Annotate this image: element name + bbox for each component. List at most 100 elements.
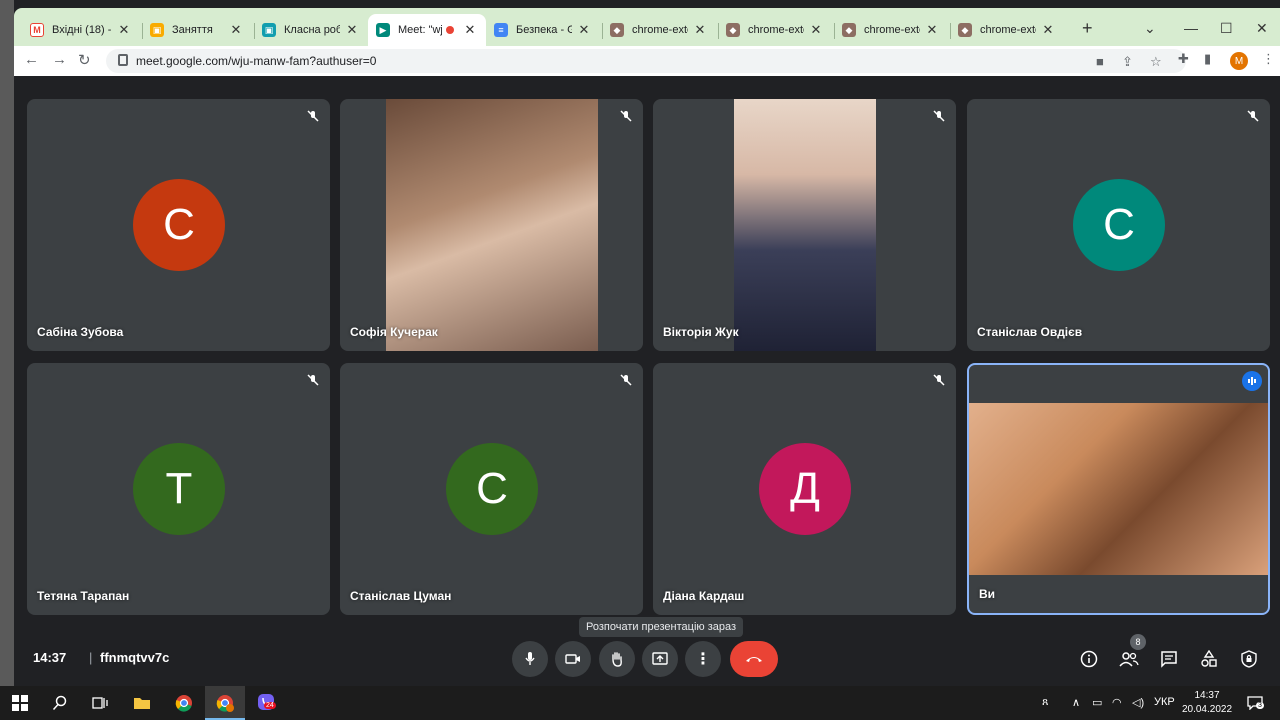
info-icon [1080,650,1098,668]
participant-avatar: Д [759,443,851,535]
leave-call-button[interactable] [730,641,778,677]
tab-search-icon[interactable]: ⌄ [1144,20,1156,37]
participant-name: Вікторія Жук [663,325,739,339]
meet-icon: ▶ [376,23,390,37]
host-controls-button[interactable] [1238,648,1260,670]
new-tab-icon[interactable]: + [1082,18,1093,39]
present-now-button[interactable] [642,641,678,677]
share-icon[interactable]: ⇪ [1122,54,1133,70]
present-screen-icon [652,652,668,665]
language-indicator[interactable]: УКР [1154,696,1175,708]
close-icon[interactable]: ✕ [344,22,360,38]
back-icon[interactable]: ← [24,51,39,68]
bookmark-star-icon[interactable]: ☆ [1150,54,1162,70]
people-tray-icon[interactable]: ጸ [1042,696,1048,709]
battery-icon[interactable]: ▭ [1092,696,1102,709]
file-explorer-icon[interactable] [131,692,153,714]
participant-avatar: С [1073,179,1165,271]
tab-label: Класна робот [284,24,340,36]
participant-video [386,99,598,351]
people-button[interactable] [1118,648,1140,670]
address-bar[interactable]: meet.google.com/wju-manw-fam?authuser=0 … [106,49,1186,73]
maximize-icon[interactable]: ☐ [1220,20,1233,37]
close-icon[interactable]: ✕ [576,22,592,38]
viber-icon[interactable]: 24 [256,692,278,714]
participant-count-badge: 8 [1130,634,1146,650]
chat-button[interactable] [1158,648,1180,670]
browser-toolbar: ← → ↻ meet.google.com/wju-manw-fam?authu… [14,46,1280,76]
tab-label: Безпека - Go [516,24,572,36]
mic-off-icon [933,374,945,386]
close-icon[interactable]: ✕ [1040,22,1056,38]
participant-avatar: Т [133,443,225,535]
docs-icon: ≡ [494,23,508,37]
tab-extension-1[interactable]: ◆ chrome-exten ✕ [602,14,716,46]
viber-badge: 24 [264,702,276,709]
minimize-icon[interactable]: — [1184,20,1198,36]
extension-owl-icon: ◆ [842,23,856,37]
chevron-up-icon[interactable]: ∧ [1072,696,1080,709]
desktop-background [0,0,14,686]
task-view-icon[interactable] [89,692,111,714]
notification-center-icon[interactable]: 3 [1244,692,1266,714]
forward-icon[interactable]: → [52,51,67,68]
mic-off-icon [1247,110,1259,122]
tab-extension-2[interactable]: ◆ chrome-exten ✕ [718,14,832,46]
tab-label: chrome-exten [864,24,920,36]
camera-button[interactable] [555,641,591,677]
tab-classwork[interactable]: ▣ Класна робот ✕ [254,14,368,46]
microphone-button[interactable] [512,641,548,677]
participant-name: Тетяна Тарапан [37,589,130,603]
participant-tile[interactable]: Т Тетяна Тарапан [27,363,330,615]
meet-grid: С Сабіна Зубова Софія Кучерак Вікторія Ж… [14,76,1280,686]
camera-icon [565,654,580,664]
tab-extension-4[interactable]: ◆ chrome-exten ✕ [950,14,1064,46]
profile-avatar[interactable]: M [1230,52,1248,70]
participant-tile[interactable]: Вікторія Жук [653,99,956,351]
system-clock[interactable]: 14:37 20.04.2022 [1180,689,1234,717]
mic-off-icon [620,374,632,386]
self-tile[interactable]: Ви [967,363,1270,615]
participant-tile[interactable]: Софія Кучерак [340,99,643,351]
activities-icon [1201,650,1217,667]
tab-classroom[interactable]: ▣ Заняття ✕ [142,14,252,46]
chrome-profile-icon[interactable] [214,692,236,714]
close-window-icon[interactable]: ✕ [1256,20,1268,37]
windows-start-icon[interactable] [9,692,31,714]
more-options-button[interactable]: ⋮ [685,641,721,677]
search-icon[interactable] [49,692,71,714]
chrome-icon[interactable] [173,692,195,714]
extensions-puzzle-icon[interactable]: ✚ [1178,51,1189,67]
close-icon[interactable]: ✕ [228,22,244,38]
close-icon[interactable]: ✕ [692,22,708,38]
wifi-icon[interactable]: ◠ [1112,696,1122,709]
participant-tile[interactable]: Д Діана Кардаш [653,363,956,615]
tab-extension-3[interactable]: ◆ chrome-exten ✕ [834,14,948,46]
close-icon[interactable]: ✕ [808,22,824,38]
recording-icon [446,26,454,34]
close-icon[interactable]: ✕ [462,22,478,38]
side-panel-icon[interactable]: ▮ [1204,51,1211,67]
participant-tile[interactable]: С Станіслав Цуман [340,363,643,615]
tab-meet[interactable]: ▶ Meet: "wj ✕ [368,14,486,46]
participant-tile[interactable]: С Сабіна Зубова [27,99,330,351]
notification-count-badge: 3 [1256,702,1264,709]
raise-hand-button[interactable] [599,641,635,677]
close-icon[interactable]: ✕ [116,22,132,38]
people-icon [1119,652,1139,667]
menu-kebab-icon[interactable]: ⋮ [1262,51,1275,67]
close-icon[interactable]: ✕ [924,22,940,38]
activities-button[interactable] [1198,648,1220,670]
participant-avatar: С [133,179,225,271]
reload-icon[interactable]: ↻ [78,51,91,69]
lock-icon[interactable] [118,54,128,66]
meeting-details-button[interactable] [1078,648,1100,670]
volume-icon[interactable]: ◁) [1132,696,1144,709]
end-call-icon [746,657,762,662]
tab-gmail[interactable]: M Вхідні (18) - n ✕ [22,14,140,46]
meeting-code: ffnmqtvv7c [100,650,170,665]
participant-tile[interactable]: С Станіслав Овдієв [967,99,1270,351]
tab-label: chrome-exten [632,24,688,36]
camera-in-use-icon[interactable]: ■ [1096,54,1104,69]
tab-docs[interactable]: ≡ Безпека - Go ✕ [486,14,600,46]
